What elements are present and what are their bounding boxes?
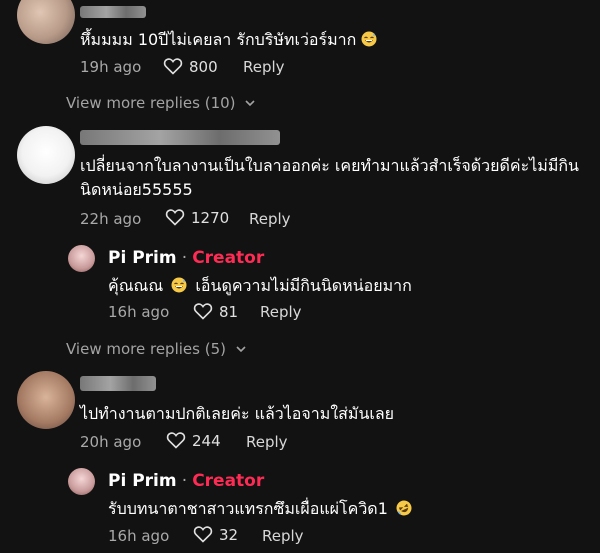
reply-button[interactable]: Reply <box>262 527 304 545</box>
reply-button[interactable]: Reply <box>260 303 302 321</box>
commenter-avatar[interactable] <box>17 126 75 184</box>
creator-name[interactable]: Pi Prim <box>108 471 177 491</box>
chevron-down-icon <box>236 346 246 353</box>
creator-header: Pi Prim · Creator <box>108 471 264 491</box>
like-heart-icon[interactable] <box>165 208 185 226</box>
grinning-sweat-emoji-icon <box>171 277 187 293</box>
commenter-username-blurred[interactable] <box>80 6 146 18</box>
chevron-down-icon <box>245 100 255 107</box>
commenter-username-blurred[interactable] <box>80 130 280 145</box>
grinning-sweat-emoji-icon <box>361 31 377 47</box>
comment-timestamp: 20h ago <box>80 433 142 451</box>
comment-text: เปลี่ยนจากใบลางานเป็นใบลาออกค่ะ เคยทำมาแ… <box>80 156 579 199</box>
creator-avatar[interactable] <box>68 245 95 272</box>
comment-timestamp: 19h ago <box>80 58 142 76</box>
view-more-replies-button[interactable]: View more replies (5) <box>66 340 247 358</box>
reply-timestamp: 16h ago <box>108 303 170 321</box>
commenter-avatar[interactable] <box>17 371 75 429</box>
like-count: 81 <box>219 303 239 321</box>
like-heart-icon[interactable] <box>163 57 183 75</box>
rolling-laughing-emoji-icon <box>396 500 412 516</box>
commenter-avatar[interactable] <box>17 0 75 44</box>
like-count: 1270 <box>191 209 230 227</box>
like-heart-icon[interactable] <box>193 525 213 543</box>
like-count: 32 <box>219 526 239 544</box>
creator-reply-text: รับบทนาตาชาสาวแทรกซึมเผื่อแผ่โควิด1 <box>108 497 412 522</box>
like-heart-icon[interactable] <box>193 302 213 320</box>
creator-badge: Creator <box>192 248 265 268</box>
creator-avatar[interactable] <box>68 468 95 495</box>
like-count: 244 <box>192 432 221 450</box>
reply-button[interactable]: Reply <box>243 58 285 76</box>
reply-timestamp: 16h ago <box>108 527 170 545</box>
comment-timestamp: 22h ago <box>80 210 142 228</box>
view-more-replies-button[interactable]: View more replies (10) <box>66 94 256 112</box>
creator-name[interactable]: Pi Prim <box>108 248 177 268</box>
like-count: 800 <box>189 58 218 76</box>
reply-button[interactable]: Reply <box>249 210 291 228</box>
creator-badge: Creator <box>192 471 265 491</box>
commenter-username-blurred[interactable] <box>80 376 156 391</box>
comment-text: ไปทำงานตามปกติเลยค่ะ แล้วไอจามใส่มันเลย <box>80 404 395 423</box>
reply-button[interactable]: Reply <box>246 433 288 451</box>
creator-reply-text: คุ้ณณณ เอ็นดูความไม่มีกินนิดหน่อยมาก <box>108 276 412 295</box>
separator-dot: · <box>181 248 188 268</box>
comment-text: หึ้มมมม 10ปีไม่เคยลา รักบริษัทเว่อร์มาก <box>80 28 377 53</box>
creator-header: Pi Prim · Creator <box>108 248 264 268</box>
like-heart-icon[interactable] <box>166 431 186 449</box>
separator-dot: · <box>181 471 188 491</box>
